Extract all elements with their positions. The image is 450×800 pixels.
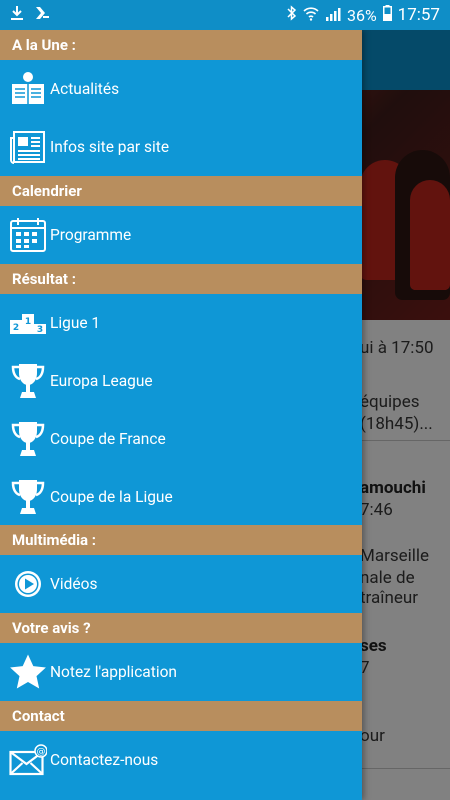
menu-item-ligue-1[interactable]: 1 2 3 Ligue 1 (0, 294, 362, 352)
podium-icon: 12 3 (0, 294, 50, 352)
trophy-icon (0, 410, 50, 468)
menu-item-label: Coupe de la Ligue (50, 487, 173, 506)
svg-text:3: 3 (37, 325, 43, 335)
download-icon (10, 5, 24, 25)
mail-icon: @ (0, 731, 50, 789)
menu-item-label: Programme (50, 226, 132, 244)
menu-item-label: Notez l'application (50, 663, 177, 681)
app-notification-icon (34, 5, 50, 25)
trophy-icon (0, 468, 50, 525)
menu-item-coupe-de-france[interactable]: Coupe de France (0, 410, 362, 468)
svg-text:2: 2 (13, 323, 19, 333)
status-bar: 36% 17:57 (0, 0, 450, 30)
battery-percent: 36% (346, 5, 377, 25)
newspaper-reader-icon (0, 60, 50, 118)
trophy-icon (0, 352, 50, 410)
menu-item-label: Infos site par site (50, 138, 170, 156)
svg-text:1: 1 (25, 317, 31, 327)
menu-item-notez-l-application[interactable]: Notez l'application (0, 643, 362, 701)
menu-item-label: Ligue 1 (50, 314, 101, 332)
menu-item-label: Vidéos (50, 575, 98, 593)
menu-item-videos[interactable]: Vidéos (0, 555, 362, 613)
menu-item-contactez-nous[interactable]: @ Contactez-nous (0, 731, 362, 789)
menu-item-actualites[interactable]: Actualités (0, 60, 362, 118)
calendar-icon (0, 206, 50, 264)
menu-item-label: Actualités (50, 80, 120, 98)
section-header: Votre avis ? (0, 613, 362, 643)
section-header: Multimédia : (0, 525, 362, 555)
svg-text:@: @ (37, 747, 46, 757)
menu-item-label: Coupe de France (50, 430, 166, 448)
navigation-drawer: A la Une : Actualités Infos site par site C… (0, 30, 362, 800)
menu-item-programme[interactable]: Programme (0, 206, 362, 264)
wifi-icon (303, 6, 319, 25)
menu-item-coupe-de-la-ligue[interactable]: Coupe de la Ligue (0, 468, 362, 525)
menu-item-infos-site-par-site[interactable]: Infos site par site (0, 118, 362, 176)
clock: 17:57 (397, 5, 440, 25)
battery-icon (382, 5, 392, 25)
menu-item-europa-league[interactable]: Europa League (0, 352, 362, 410)
star-icon (0, 643, 50, 701)
newspaper-icon (0, 118, 50, 176)
section-header: Contact (0, 701, 362, 731)
section-header: A la Une : (0, 30, 362, 60)
bluetooth-icon (287, 5, 297, 25)
section-header: Résultat : (0, 264, 362, 294)
menu-item-label: Europa League (50, 372, 153, 390)
signal-icon (325, 6, 341, 25)
play-icon (0, 555, 50, 613)
section-header: Calendrier (0, 176, 362, 206)
menu-item-label: Contactez-nous (50, 751, 159, 769)
